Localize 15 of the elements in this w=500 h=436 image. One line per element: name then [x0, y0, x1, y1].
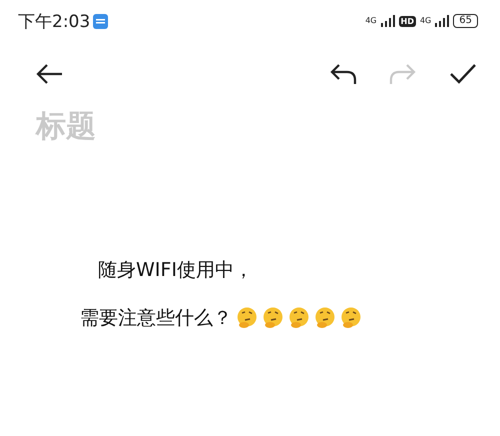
note-text: 需要注意些什么？: [80, 306, 232, 331]
hd-badge: HD: [398, 16, 416, 26]
network-type-label: 4G: [365, 16, 377, 25]
status-time: 下午2:03: [18, 10, 90, 32]
keyboard-icon: [93, 14, 108, 28]
thinking-emoji-icon: [314, 307, 336, 329]
signal-icon: [435, 15, 450, 27]
network-type-label: 4G: [420, 16, 432, 25]
thinking-emoji-icon: [262, 307, 284, 329]
thinking-emoji-icon: [288, 307, 310, 329]
thinking-emoji-icon: [340, 307, 362, 329]
signal-icon: [380, 15, 395, 27]
thinking-emoji-icon: [236, 307, 258, 329]
battery-indicator: 65: [453, 14, 478, 28]
note-text: 随身WIFI使用中，: [98, 258, 253, 283]
